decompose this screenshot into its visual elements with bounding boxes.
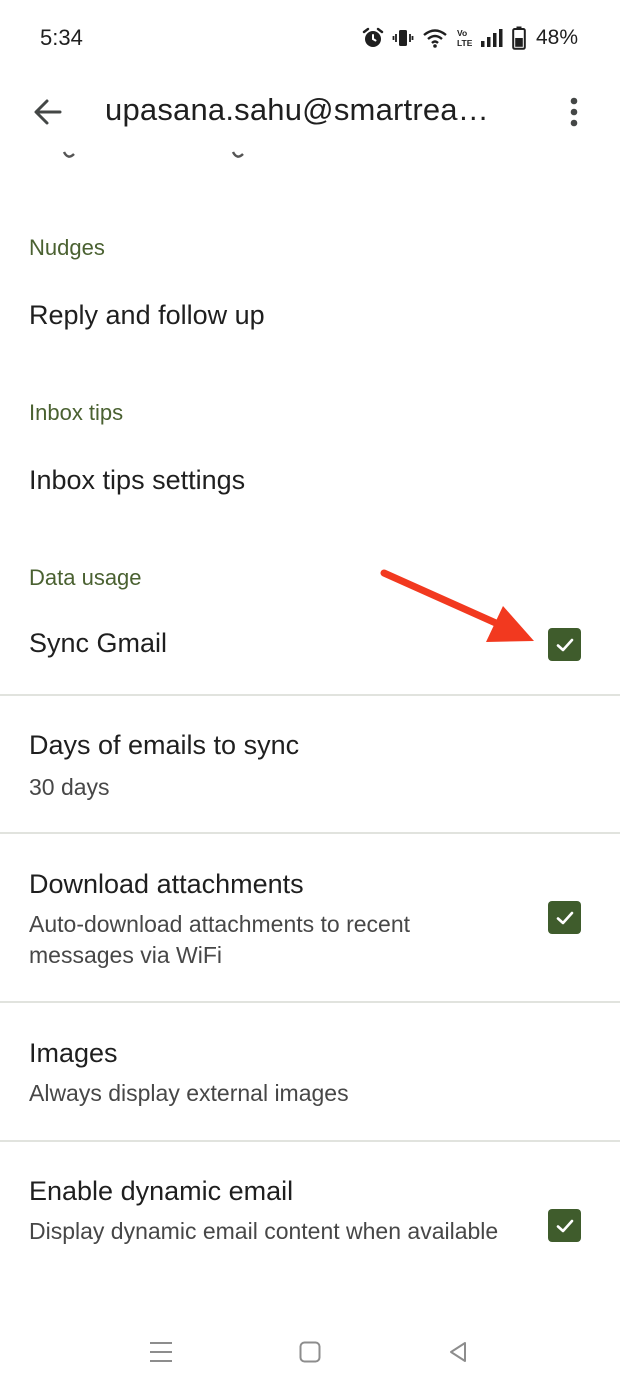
checkmark-icon — [556, 911, 573, 924]
download-attachments-item[interactable]: Download attachments Auto-download attac… — [0, 834, 620, 1002]
back-triangle-icon — [450, 1342, 466, 1362]
status-icons: Vo LTE 48% — [362, 22, 578, 54]
dynamic-email-subtitle: Display dynamic email content when avail… — [29, 1218, 499, 1244]
days-to-sync-item[interactable]: Days of emails to sync 30 days — [0, 696, 620, 832]
download-attachments-checkbox[interactable] — [548, 901, 581, 934]
download-attachments-subtitle: Auto-download attachments to recent mess… — [29, 911, 411, 968]
svg-text:Vo: Vo — [457, 28, 467, 38]
vibrate-icon — [392, 30, 414, 46]
inbox-tips-settings-item[interactable]: Inbox tips settings — [0, 445, 620, 525]
app-bar: upasana.sahu@smartrea… — [0, 76, 620, 146]
images-item[interactable]: Images Always display external images — [0, 1003, 620, 1140]
arrow-back-icon — [34, 99, 62, 125]
sync-gmail-checkbox[interactable] — [548, 628, 581, 661]
dynamic-email-title: Enable dynamic email — [29, 1176, 294, 1206]
days-to-sync-title: Days of emails to sync — [29, 730, 300, 760]
annotation-arrow — [380, 569, 534, 642]
days-to-sync-value: 30 days — [29, 774, 110, 800]
alarm-icon — [362, 27, 384, 47]
dynamic-email-checkbox[interactable] — [548, 1209, 581, 1242]
status-time: 5:34 — [40, 25, 83, 50]
checkmark-icon — [556, 1219, 573, 1232]
volte-icon: Vo LTE — [457, 28, 472, 48]
wifi-icon — [423, 29, 447, 48]
scrolled-off-text — [28, 150, 288, 174]
more-vert-icon — [570, 97, 578, 127]
home-button[interactable] — [290, 1332, 330, 1372]
images-title: Images — [29, 1038, 118, 1068]
more-options-button[interactable] — [552, 90, 596, 134]
signal-icon — [480, 29, 503, 47]
reply-follow-up-item[interactable]: Reply and follow up — [0, 280, 620, 360]
home-icon — [299, 1341, 321, 1363]
section-header-nudges: Nudges — [29, 235, 105, 260]
svg-text:LTE: LTE — [457, 38, 472, 48]
section-header-data-usage: Data usage — [29, 565, 142, 590]
inbox-tips-settings-label: Inbox tips settings — [29, 465, 246, 495]
battery-percentage: 48% — [535, 26, 578, 49]
recents-icon — [150, 1342, 172, 1362]
download-attachments-title: Download attachments — [29, 869, 304, 899]
nav-back-button[interactable] — [438, 1332, 478, 1372]
status-bar: 5:34 Vo LTE 48% — [0, 0, 620, 76]
images-subtitle: Always display external images — [29, 1080, 349, 1106]
battery-icon — [512, 26, 526, 50]
system-nav-bar — [0, 1310, 620, 1386]
recents-button[interactable] — [141, 1332, 181, 1372]
section-header-inbox-tips: Inbox tips — [29, 400, 124, 425]
back-button[interactable] — [26, 90, 70, 134]
dynamic-email-item[interactable]: Enable dynamic email Display dynamic ema… — [0, 1142, 620, 1302]
account-title: upasana.sahu@smartrea… — [105, 92, 489, 127]
reply-follow-up-label: Reply and follow up — [29, 300, 265, 330]
sync-gmail-title: Sync Gmail — [29, 628, 168, 658]
checkmark-icon — [556, 638, 573, 651]
